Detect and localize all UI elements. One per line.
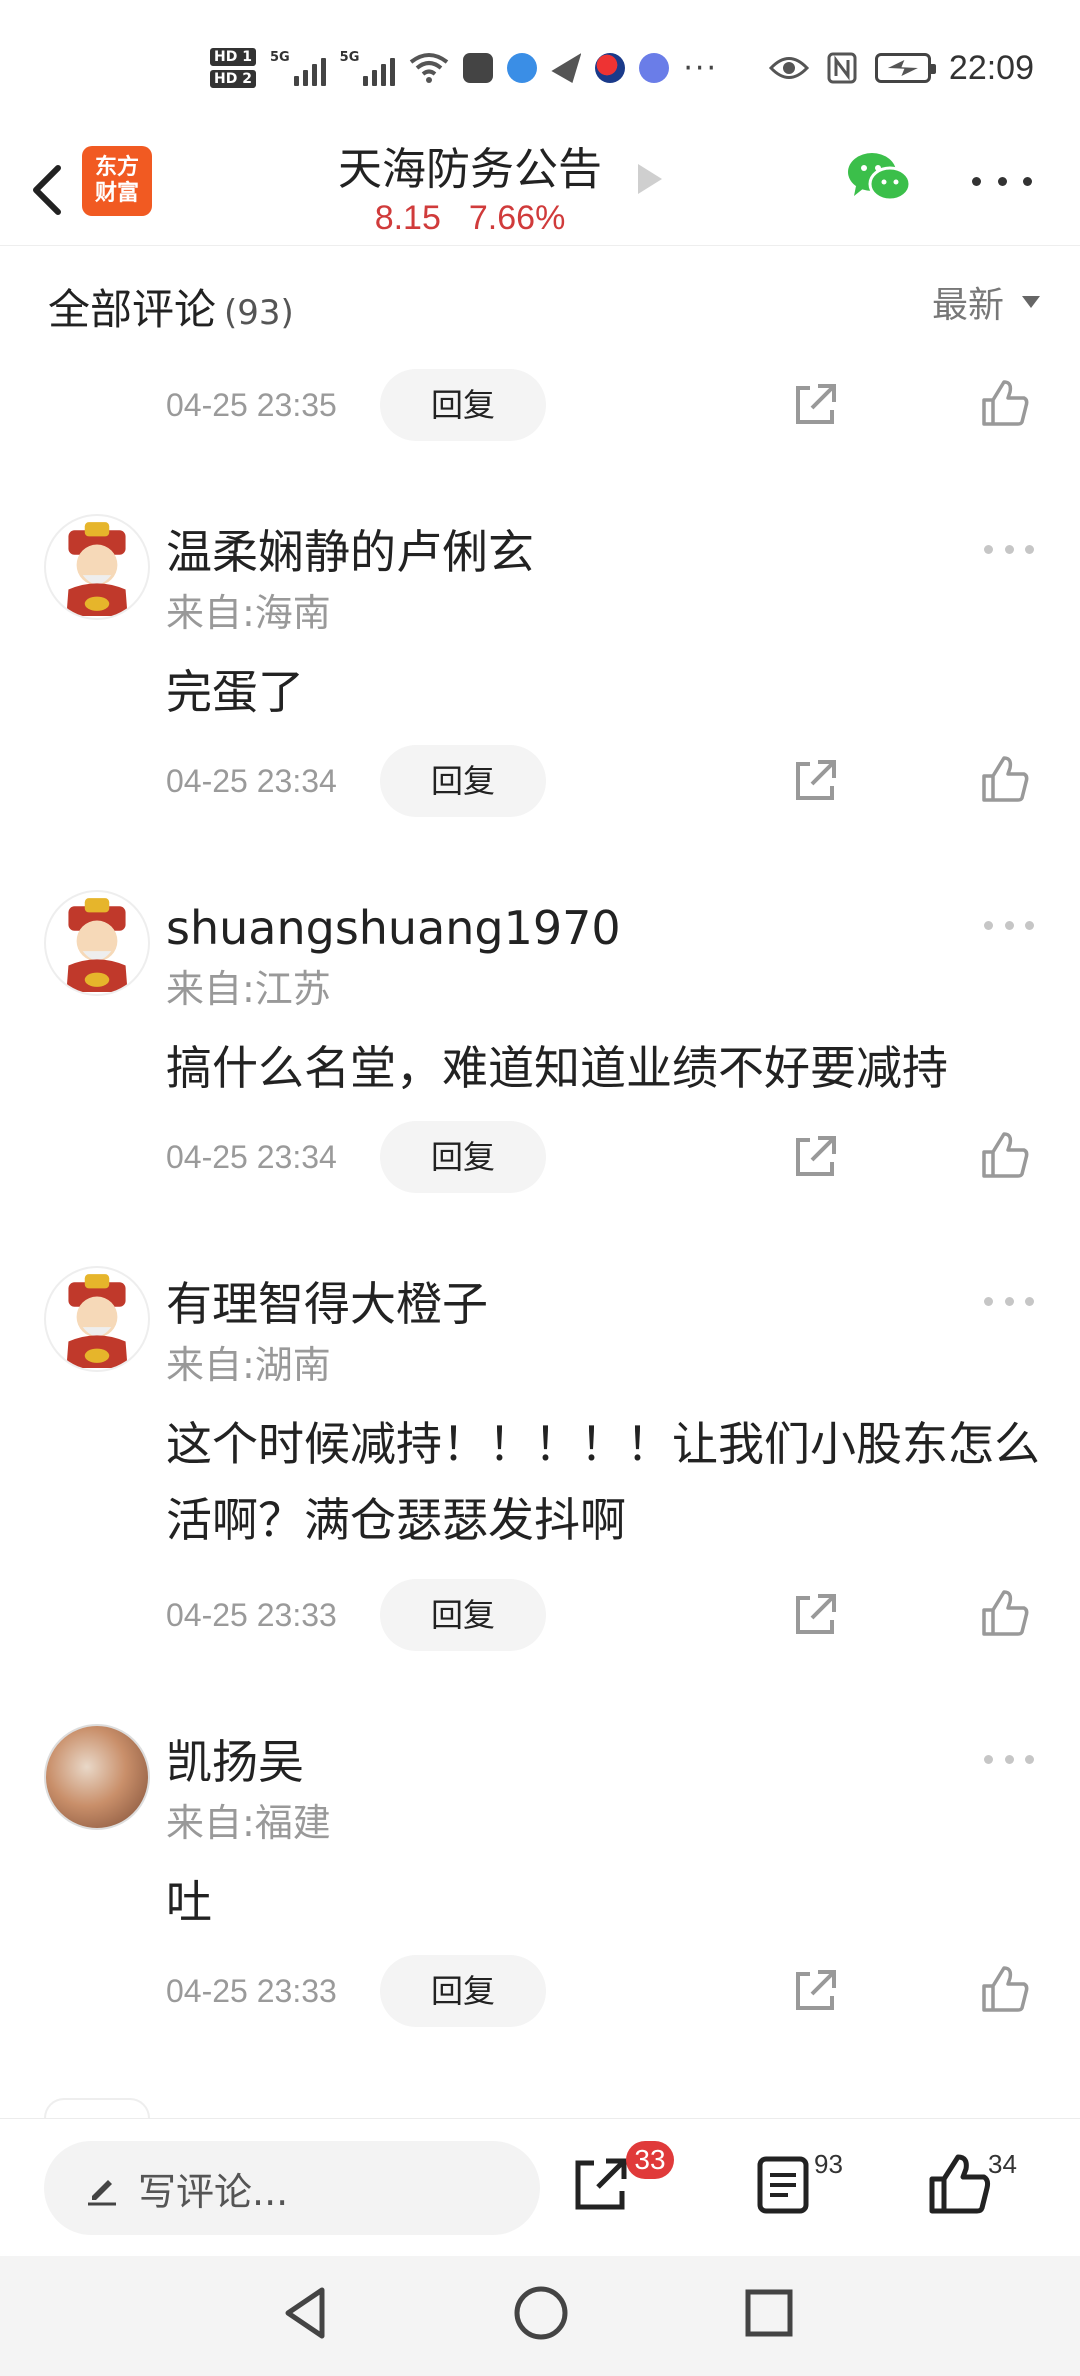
signal-1-icon: 5G	[270, 50, 326, 86]
airline-app-icon	[595, 53, 626, 83]
section-title-text: 全部评论	[48, 285, 217, 334]
avatar[interactable]	[44, 890, 150, 996]
comment-text[interactable]: 这个时候减持！！！！！让我们小股东怎么活啊？满仓瑟瑟发抖啊	[166, 1406, 1046, 1558]
comment-username[interactable]: 凯扬吴	[166, 1732, 304, 1792]
page-header: 东方 财富 天海防务公告 8.15 7.66%	[0, 140, 1080, 246]
section-title: 全部评论 (93)	[48, 276, 294, 337]
comment-location: 来自:湖南	[166, 1343, 331, 1387]
share-icon[interactable]	[790, 1132, 840, 1182]
battery-icon	[874, 53, 936, 83]
comment-input[interactable]: 写评论...	[44, 2141, 540, 2235]
comment-text[interactable]: 吐	[166, 1864, 1046, 1940]
share-button[interactable]	[568, 2151, 634, 2217]
comments-list-button[interactable]	[750, 2151, 816, 2217]
like-icon[interactable]	[980, 1588, 1030, 1638]
comment-time: 04-25 23:35	[166, 387, 337, 423]
reply-button[interactable]: 回复	[380, 1579, 546, 1651]
status-bar: HD 1 HD 2 5G 5G ··· 22:09	[0, 0, 1080, 140]
avatar[interactable]	[44, 1724, 150, 1830]
comment-location: 来自:海南	[166, 591, 331, 635]
network-type-1: 5G	[269, 50, 290, 65]
comment-username[interactable]: 有理智得大橙子	[166, 1274, 488, 1334]
like-icon[interactable]	[980, 378, 1030, 428]
comment-time: 04-25 23:34	[166, 1139, 337, 1175]
status-right: 22:09	[768, 44, 1034, 92]
comment-username[interactable]: 温柔娴静的卢俐玄	[166, 522, 534, 582]
nav-home-icon[interactable]	[506, 2278, 576, 2348]
comment-location: 来自:江苏	[166, 967, 331, 1011]
hd2-indicator: HD 2	[210, 70, 256, 88]
avatar	[44, 2098, 150, 2118]
share-icon[interactable]	[790, 380, 840, 430]
network-type-2: 5G	[339, 50, 360, 65]
wechat-share-icon[interactable]	[846, 150, 912, 204]
music-app-icon	[639, 53, 670, 83]
nfc-icon	[827, 52, 857, 84]
stock-change: 7.66%	[468, 199, 566, 237]
comment-time: 04-25 23:34	[166, 763, 337, 799]
stock-price: 8.15	[374, 199, 441, 237]
status-left: HD 1 HD 2 5G 5G ···	[210, 40, 718, 96]
share-icon[interactable]	[790, 1590, 840, 1640]
god-of-wealth-avatar-icon	[66, 1274, 128, 1368]
stock-title[interactable]: 天海防务公告	[0, 140, 940, 200]
comment-count: (93)	[224, 293, 294, 333]
reply-button[interactable]: 回复	[380, 1121, 546, 1193]
comment-more-button[interactable]	[984, 543, 1034, 555]
comment-count-label: 93	[814, 2149, 843, 2179]
comment-more-button[interactable]	[984, 919, 1034, 931]
pencil-icon	[88, 2180, 116, 2206]
sort-label: 最新	[931, 285, 1004, 326]
eye-icon	[768, 57, 809, 79]
share-icon[interactable]	[790, 1966, 840, 2016]
like-icon[interactable]	[980, 754, 1030, 804]
share-icon[interactable]	[790, 756, 840, 806]
comment-placeholder: 写评论...	[138, 2169, 289, 2214]
hd-indicators: HD 1 HD 2	[210, 48, 256, 88]
status-overflow-icon: ···	[683, 50, 718, 86]
comment-text[interactable]: 完蛋了	[166, 654, 1046, 730]
avatar[interactable]	[44, 514, 150, 620]
share-count-badge: 33	[626, 2141, 674, 2179]
reply-button[interactable]: 回复	[380, 1955, 546, 2027]
send-app-icon	[551, 53, 582, 83]
comments-section-header: 全部评论 (93) 最新	[0, 246, 1080, 356]
bottom-action-bar: 写评论... 33 93 34	[0, 2118, 1080, 2235]
stock-quote: 8.15 7.66%	[0, 196, 940, 240]
god-of-wealth-avatar-icon	[66, 522, 128, 616]
wifi-icon	[410, 53, 449, 83]
reply-button[interactable]: 回复	[380, 745, 546, 817]
more-menu-button[interactable]	[972, 166, 1032, 196]
status-time: 22:09	[948, 48, 1034, 87]
caret-down-icon	[1022, 296, 1040, 308]
sort-dropdown[interactable]: 最新	[932, 276, 1040, 328]
god-of-wealth-avatar-icon	[66, 898, 128, 992]
like-button[interactable]	[926, 2151, 992, 2217]
comment-username[interactable]: shuangshuang1970	[166, 898, 621, 958]
nav-back-icon[interactable]	[272, 2278, 342, 2348]
like-count-label: 34	[988, 2149, 1017, 2179]
like-icon[interactable]	[980, 1964, 1030, 2014]
system-nav-bar	[0, 2256, 1080, 2376]
like-icon[interactable]	[980, 1130, 1030, 1180]
comment-location: 来自:福建	[166, 1801, 331, 1845]
nav-recents-icon[interactable]	[734, 2278, 804, 2348]
avatar[interactable]	[44, 1266, 150, 1372]
comment-more-button[interactable]	[984, 1753, 1034, 1765]
hd1-indicator: HD 1	[210, 48, 256, 66]
comment-text[interactable]: 搞什么名堂，难道知道业绩不好要减持	[166, 1030, 1046, 1106]
signal-2-icon: 5G	[340, 50, 396, 86]
browser-app-icon	[507, 53, 538, 83]
comment-more-button[interactable]	[984, 1295, 1034, 1307]
comment-time: 04-25 23:33	[166, 1973, 337, 2009]
comment-time: 04-25 23:33	[166, 1597, 337, 1633]
shopping-bag-icon	[463, 53, 494, 83]
reply-button[interactable]: 回复	[380, 369, 546, 441]
